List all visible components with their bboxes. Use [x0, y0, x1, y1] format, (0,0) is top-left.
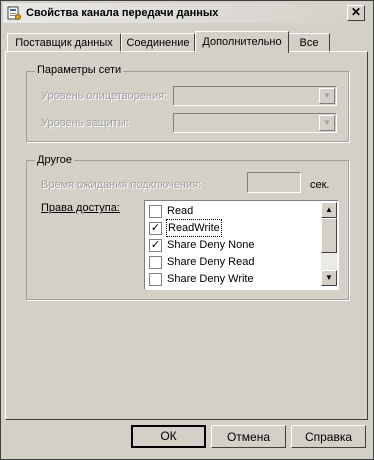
checkbox-share-deny-read[interactable] — [149, 256, 162, 269]
window-title: Свойства канала передачи данных — [26, 7, 219, 19]
list-item-label: ReadWrite — [166, 219, 222, 237]
checkbox-share-deny-none[interactable]: ✓ — [149, 239, 162, 252]
tab-advanced-label: Дополнительно — [202, 36, 282, 48]
dialog-window: Свойства канала передачи данных ✕ Постав… — [0, 0, 374, 460]
title-bar: Свойства канала передачи данных ✕ — [3, 3, 371, 23]
timeout-label: Время ожидания подключения: — [41, 179, 202, 191]
advanced-tab-panel: Параметры сети Уровень олицетворения: ▼ … — [5, 51, 368, 420]
scroll-down-button[interactable]: ▼ — [321, 270, 337, 286]
list-item-label: Share Deny Write — [167, 273, 254, 285]
list-item-label: Share Deny None — [167, 239, 255, 251]
list-scrollbar[interactable]: ▲ ▼ — [321, 202, 337, 286]
chevron-down-icon: ▼ — [319, 115, 335, 131]
timeout-input[interactable] — [247, 172, 301, 193]
arrow-up-icon: ▲ — [325, 205, 333, 214]
tab-connection-label: Соединение — [126, 37, 190, 49]
arrow-down-icon: ▼ — [325, 273, 333, 282]
checkbox-readwrite[interactable]: ✓ — [149, 222, 162, 235]
tab-advanced[interactable]: Дополнительно — [195, 31, 289, 53]
network-params-title: Параметры сети — [35, 64, 124, 76]
tab-connection[interactable]: Соединение — [121, 33, 195, 53]
access-rights-list[interactable]: Read ✓ ReadWrite ✓ Share Deny None Share… — [144, 200, 339, 290]
checkbox-read[interactable] — [149, 205, 162, 218]
other-group-title: Другое — [35, 154, 74, 166]
cancel-button[interactable]: Отмена — [211, 425, 286, 448]
protection-level-select[interactable]: ▼ — [173, 113, 337, 133]
timeout-unit: сек. — [310, 179, 330, 191]
list-item-label: Read — [167, 205, 194, 217]
scroll-thumb[interactable] — [321, 218, 337, 253]
tab-all[interactable]: Все — [288, 33, 330, 53]
tab-provider[interactable]: Поставщик данных — [7, 33, 121, 53]
cancel-button-label: Отмена — [226, 430, 271, 444]
impersonation-level-label: Уровень олицетворения: — [41, 90, 168, 102]
tab-all-label: Все — [299, 37, 319, 49]
ok-button[interactable]: ОК — [131, 425, 206, 448]
data-link-icon — [7, 6, 21, 20]
protection-level-label: Уровень защиты: — [41, 117, 129, 129]
chevron-down-icon: ▼ — [319, 88, 335, 104]
list-item-label: Share Deny Read — [167, 256, 255, 268]
ok-button-label: ОК — [160, 429, 177, 443]
impersonation-level-select[interactable]: ▼ — [173, 86, 337, 106]
close-button[interactable]: ✕ — [347, 5, 365, 21]
tab-provider-label: Поставщик данных — [15, 37, 113, 49]
help-button[interactable]: Справка — [291, 425, 366, 448]
checkbox-share-deny-write[interactable] — [149, 273, 162, 286]
close-icon: ✕ — [350, 5, 362, 19]
access-rights-label: Права доступа: — [41, 202, 120, 214]
scroll-up-button[interactable]: ▲ — [321, 202, 337, 218]
help-button-label: Справка — [304, 430, 353, 444]
